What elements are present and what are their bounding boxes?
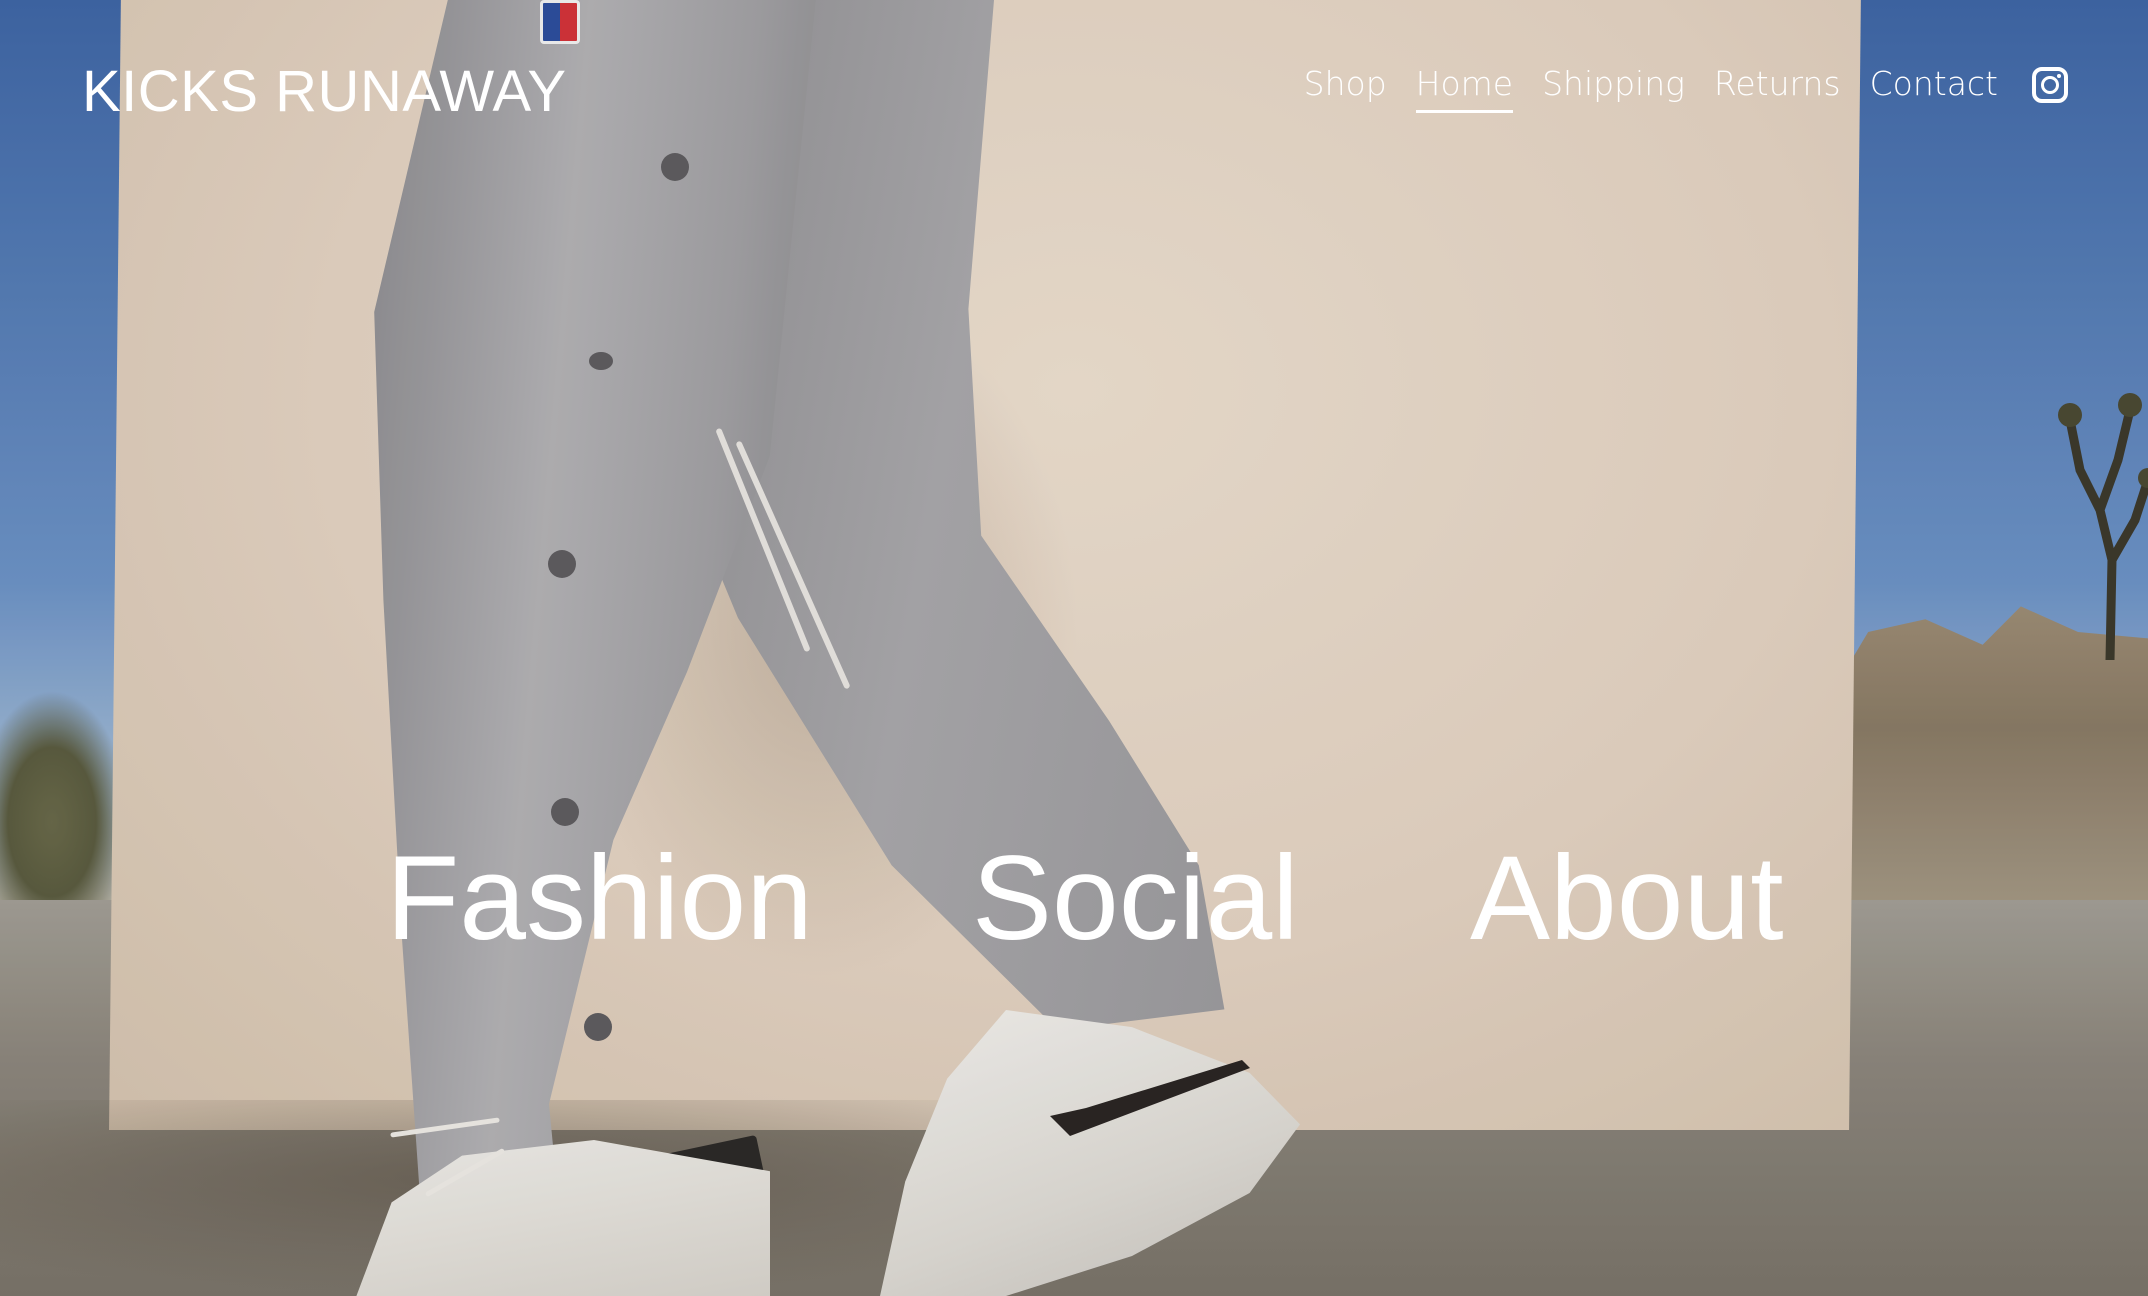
hero-section-links: Fashion Social About: [0, 838, 2148, 998]
nav-link-home[interactable]: Home: [1415, 64, 1514, 113]
nav-link-returns[interactable]: Returns: [1714, 64, 1841, 113]
site-logo[interactable]: KICKS RUNAWAY: [82, 58, 567, 125]
fashion-link[interactable]: Fashion: [386, 838, 813, 958]
main-nav: Shop Home Shipping Returns Contact: [1275, 64, 2068, 113]
nav-link-shipping[interactable]: Shipping: [1542, 64, 1685, 113]
nav-link-shop[interactable]: Shop: [1304, 64, 1387, 113]
instagram-icon[interactable]: [2032, 66, 2068, 103]
nav-link-contact[interactable]: Contact: [1870, 64, 1998, 113]
hero-background-image: [0, 0, 2148, 1296]
social-link[interactable]: Social: [972, 838, 1299, 958]
about-link[interactable]: About: [1470, 838, 1784, 958]
site-header: KICKS RUNAWAY Shop Home Shipping Returns…: [0, 0, 2148, 180]
